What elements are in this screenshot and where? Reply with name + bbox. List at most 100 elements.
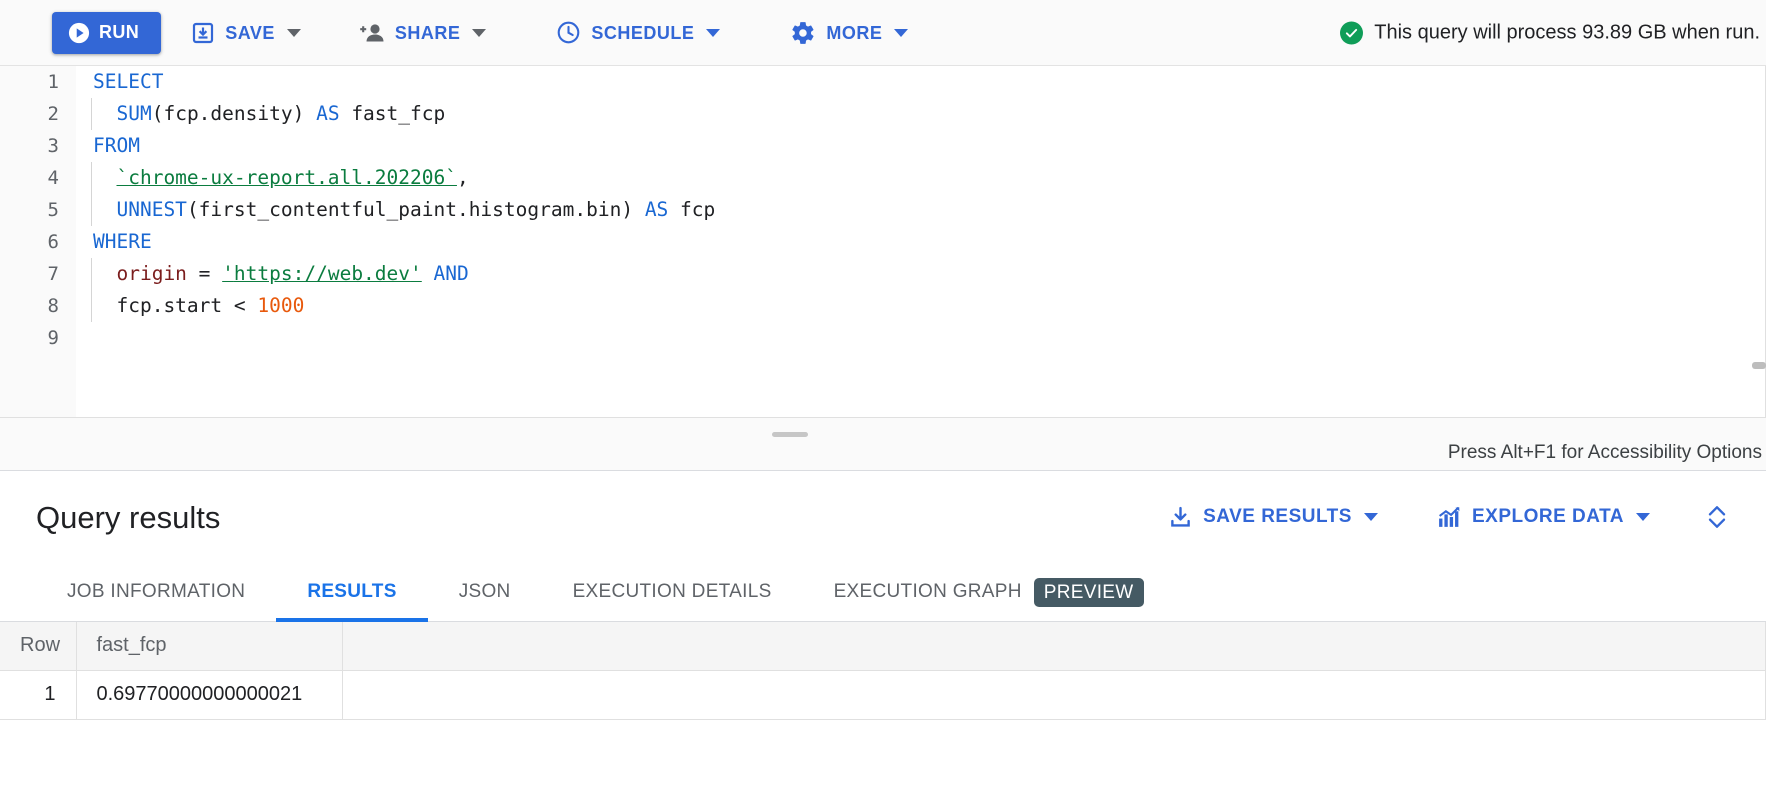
explore-data-button[interactable]: EXPLORE DATA [1424, 494, 1662, 540]
share-button[interactable]: SHARE [347, 10, 499, 56]
table-header-row: Row fast_fcp [0, 622, 1766, 671]
line-number: 3 [47, 135, 59, 157]
chevron-down-icon[interactable] [472, 28, 487, 37]
column-header-row[interactable]: Row [0, 622, 77, 671]
column-header-filler [342, 622, 1766, 671]
cell-fast-fcp: 0.69770000000000021 [76, 670, 343, 720]
chart-trend-icon [1436, 505, 1462, 530]
code-token: `chrome-ux-report.all.202206` [116, 166, 457, 189]
tab-execution-details[interactable]: EXECUTION DETAILS [542, 563, 803, 621]
person-add-icon [359, 21, 385, 45]
sql-editor[interactable]: 1 2 3 4 5 6 7 8 9 SELECT SUM(fcp.density… [0, 66, 1766, 418]
code-line[interactable]: WHERE [76, 226, 1752, 258]
line-number: 8 [47, 295, 59, 317]
gear-icon [790, 20, 816, 46]
code-token: 1000 [257, 294, 305, 317]
tab-results[interactable]: RESULTS [276, 563, 429, 622]
schedule-button[interactable]: SCHEDULE [544, 10, 732, 56]
column-header-fast-fcp[interactable]: fast_fcp [76, 622, 343, 671]
save-button[interactable]: SAVE [179, 10, 313, 56]
chevron-down-icon[interactable] [1363, 513, 1378, 521]
code-token: ' [222, 262, 234, 285]
sql-code-area[interactable]: SELECT SUM(fcp.density) AS fast_fcp FROM … [76, 66, 1752, 417]
code-line[interactable]: SELECT [76, 66, 1752, 98]
code-line[interactable] [76, 322, 1752, 354]
cell-row-number: 1 [0, 670, 77, 720]
results-table: Row fast_fcp 1 0.69770000000000021 [0, 622, 1766, 720]
page-title: Query results [36, 499, 221, 535]
code-token: SUM [116, 102, 152, 125]
results-actions: SAVE RESULTS EXPLORE DATA [1156, 494, 1746, 540]
tab-label: JSON [458, 581, 511, 602]
code-token: FROM [93, 134, 140, 157]
tab-label: EXECUTION DETAILS [572, 581, 772, 602]
unfold-more-icon [1704, 503, 1730, 531]
results-table-body: 1 0.69770000000000021 [0, 670, 1766, 720]
run-button-label: RUN [99, 22, 140, 42]
run-button[interactable]: RUN [52, 11, 162, 54]
save-results-label: SAVE RESULTS [1203, 506, 1352, 527]
more-button[interactable]: MORE [778, 10, 920, 56]
tab-label: EXECUTION GRAPH [833, 581, 1022, 602]
explore-data-label: EXPLORE DATA [1471, 506, 1624, 527]
query-cost-estimate: This query will process 93.89 GB when ru… [1340, 21, 1760, 44]
code-line[interactable]: FROM [76, 130, 1752, 162]
code-token: , [456, 166, 469, 189]
query-cost-text: This query will process 93.89 GB when ru… [1374, 21, 1760, 43]
code-line[interactable]: UNNEST(first_contentful_paint.histogram.… [76, 194, 1752, 226]
code-token: ' [410, 262, 422, 285]
expand-collapse-button[interactable] [1662, 494, 1746, 540]
panel-resize-handle[interactable] [772, 432, 808, 437]
code-line[interactable]: origin = 'https://web.dev' AND [76, 258, 1752, 290]
accessibility-hint: Press Alt+F1 for Accessibility Options [1447, 442, 1762, 463]
chevron-down-icon[interactable] [286, 28, 301, 37]
play-circle-icon [68, 22, 90, 44]
code-token: AS [644, 198, 669, 221]
save-results-button[interactable]: SAVE RESULTS [1156, 494, 1390, 540]
code-token: AND [433, 262, 469, 285]
tab-label: RESULTS [307, 581, 397, 602]
code-token: (first_contentful_paint.histogram.bin) [186, 198, 645, 221]
code-token: (fcp.density) [151, 102, 317, 125]
tab-job-information[interactable]: JOB INFORMATION [36, 563, 276, 621]
results-table-head: Row fast_fcp [0, 622, 1766, 671]
more-button-label: MORE [826, 22, 883, 43]
code-token: https://web.dev [233, 262, 411, 285]
line-number: 6 [47, 231, 59, 253]
code-line[interactable]: fcp.start < 1000 [76, 290, 1752, 322]
code-line[interactable]: `chrome-ux-report.all.202206`, [76, 162, 1752, 194]
editor-footer: Press Alt+F1 for Accessibility Options [0, 418, 1766, 471]
status-badge: PREVIEW [1033, 577, 1144, 607]
cell-filler [342, 670, 1766, 720]
line-number: 5 [47, 199, 59, 221]
table-row[interactable]: 1 0.69770000000000021 [0, 670, 1766, 720]
chevron-down-icon[interactable] [1636, 513, 1650, 521]
check-circle-icon [1340, 21, 1364, 44]
tab-execution-graph[interactable]: EXECUTION GRAPH PREVIEW [803, 563, 1175, 621]
chevron-down-icon[interactable] [894, 28, 909, 37]
chevron-down-icon[interactable] [706, 28, 721, 37]
line-number: 7 [47, 263, 59, 285]
code-token: WHERE [93, 230, 152, 253]
query-results-header: Query results SAVE RESULTS EXPLORE DATA [0, 471, 1766, 563]
line-number: 9 [47, 327, 59, 349]
code-line[interactable]: SUM(fcp.density) AS fast_fcp [76, 98, 1752, 130]
tab-label: JOB INFORMATION [67, 581, 246, 602]
code-token: UNNEST [116, 198, 187, 221]
schedule-button-label: SCHEDULE [591, 22, 695, 43]
save-download-icon [191, 21, 215, 45]
code-token: SELECT [93, 70, 164, 93]
clock-icon [556, 20, 581, 45]
code-token: fcp [668, 198, 716, 221]
tab-json[interactable]: JSON [428, 563, 542, 621]
code-token: < [233, 294, 258, 317]
save-button-label: SAVE [225, 22, 275, 43]
editor-scrollbar-thumb[interactable] [1752, 362, 1766, 369]
line-number: 2 [47, 103, 59, 125]
line-number: 4 [47, 167, 59, 189]
code-token: fast_fcp [339, 102, 446, 125]
